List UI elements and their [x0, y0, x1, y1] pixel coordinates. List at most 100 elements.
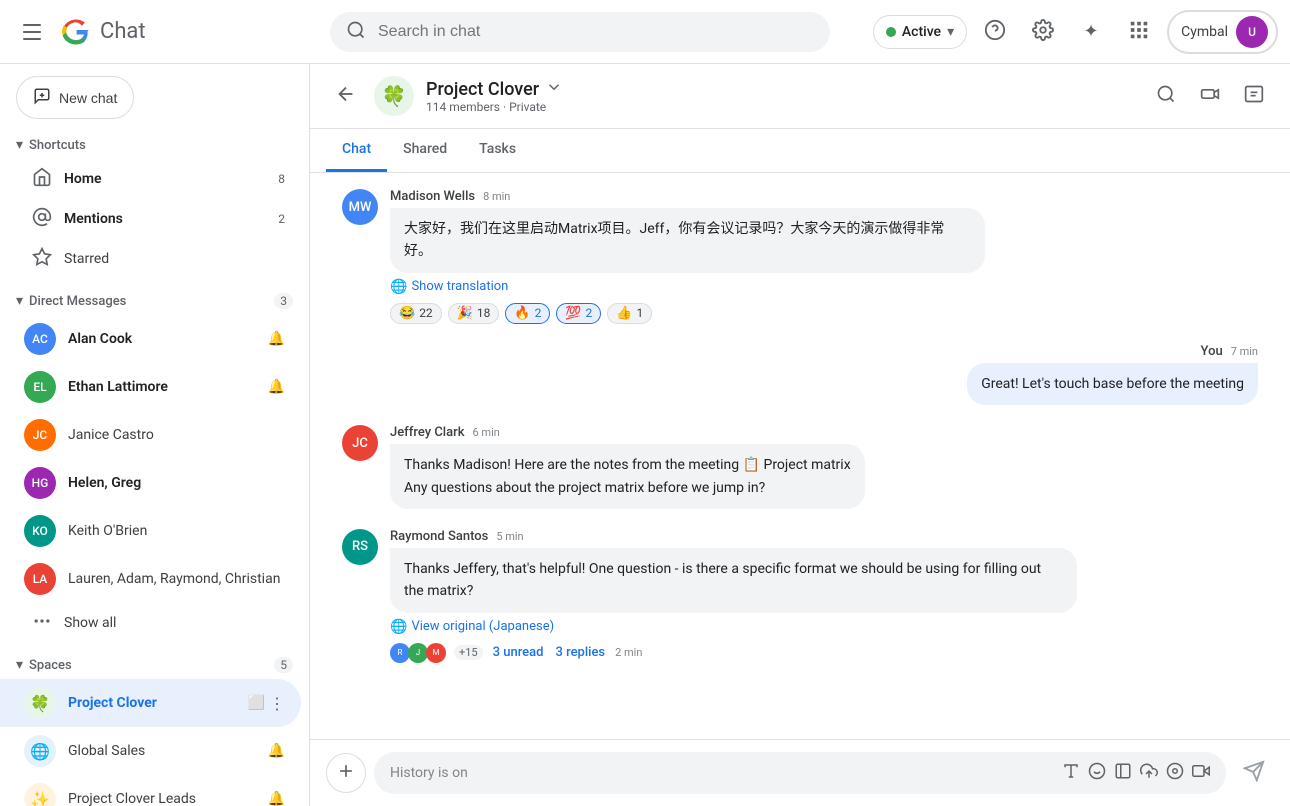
show-all-dm[interactable]: Show all [0, 603, 309, 643]
msg4-translate[interactable]: 🌐 View original (Japanese) [390, 619, 1077, 635]
message-row-1: MW Madison Wells 8 min 大家好，我们在这里启动Matrix… [342, 189, 1258, 324]
text-format-icon[interactable] [1062, 762, 1080, 784]
sidebar-item-mentions[interactable]: Mentions 2 [0, 199, 301, 239]
chat-header: 🍀 Project Clover 114 members · Private [310, 64, 1290, 129]
reaction-laugh[interactable]: 😂 22 [390, 303, 442, 324]
reaction-party[interactable]: 🎉 18 [448, 303, 500, 324]
mentions-label: Mentions [64, 211, 278, 227]
back-button[interactable] [326, 76, 366, 116]
project-clover-leads-badge: 🔔 [268, 791, 285, 806]
msg1-bubble: 大家好，我们在这里启动Matrix项目。Jeff，你有会议记录吗？大家今天的演示… [390, 208, 985, 273]
sidebar-item-keith-obrien[interactable]: KO Keith O'Brien [0, 507, 301, 555]
msg2-sender: You [1201, 344, 1223, 359]
shortcuts-header[interactable]: ▾ Shortcuts [0, 131, 309, 159]
home-label: Home [64, 171, 278, 187]
reaction-100[interactable]: 💯 2 [556, 303, 601, 324]
upload-icon[interactable] [1140, 762, 1158, 784]
new-chat-button[interactable]: New chat [16, 76, 134, 119]
global-sales-icon: 🌐 [24, 735, 56, 767]
sidebar-item-alan-cook[interactable]: AC Alan Cook 🔔 [0, 315, 301, 363]
google-logo [60, 16, 92, 48]
gemini-button[interactable]: ✦ [1071, 12, 1111, 52]
tabs: Chat Shared Tasks [310, 129, 1290, 173]
app-title: Chat [100, 19, 146, 44]
project-clover-leads-label: Project Clover Leads [68, 791, 268, 806]
home-icon [32, 167, 52, 191]
msg4-sender: Raymond Santos [390, 529, 488, 544]
send-button[interactable] [1234, 753, 1274, 793]
reply-plus: +15 [454, 645, 483, 660]
video-icon [1200, 84, 1220, 108]
msg1-reactions: 😂 22 🎉 18 🔥 2 💯 2 [390, 303, 985, 324]
gemini-icon: ✦ [1084, 21, 1099, 42]
apps-grid-icon [1128, 19, 1150, 45]
sidebar-item-home[interactable]: Home 8 [0, 159, 301, 199]
hamburger-menu[interactable] [12, 12, 52, 52]
video-call-icon[interactable] [1192, 762, 1210, 784]
global-sales-label: Global Sales [68, 743, 268, 759]
tasks-button[interactable] [1234, 76, 1274, 116]
video-button[interactable] [1190, 76, 1230, 116]
message-row-4: RS Raymond Santos 5 min Thanks Jeffery, … [342, 529, 1258, 663]
msg1-translate[interactable]: 🌐 Show translation [390, 279, 985, 295]
helen-greg-label: Helen, Greg [68, 475, 285, 491]
message-input-box[interactable]: History is on [374, 752, 1226, 794]
record-video-icon[interactable] [1166, 762, 1184, 784]
ethan-lattimore-badge: 🔔 [268, 379, 285, 395]
alan-cook-avatar: AC [24, 323, 56, 355]
apps-button[interactable] [1119, 12, 1159, 52]
reply-avatar-1: R [390, 643, 410, 663]
tab-tasks[interactable]: Tasks [463, 129, 532, 172]
msg3-sender: Jeffrey Clark [390, 425, 465, 440]
tab-chat[interactable]: Chat [326, 129, 387, 172]
sidebar-item-helen-greg[interactable]: HG Helen, Greg [0, 459, 301, 507]
project-clover-leads-icon: ✨ [24, 783, 56, 806]
search-icon [346, 20, 366, 44]
tab-shared[interactable]: Shared [387, 129, 463, 172]
spaces-header[interactable]: ▾ Spaces 5 [0, 651, 309, 679]
sidebar-item-project-clover[interactable]: 🍀 Project Clover ⬜ ⋮ [0, 679, 301, 727]
project-clover-more-icon[interactable]: ⋮ [269, 694, 285, 713]
message-row-2: You 7 min Great! Let's touch base before… [342, 344, 1258, 405]
chat-title-chevron-icon[interactable] [545, 78, 563, 100]
sidebar-item-ethan-lattimore[interactable]: EL Ethan Lattimore 🔔 [0, 363, 301, 411]
msg2-time: 7 min [1231, 345, 1258, 358]
status-button[interactable]: Active ▾ [873, 15, 967, 49]
company-name: Cymbal [1181, 24, 1228, 40]
replies-count[interactable]: 3 replies [555, 645, 605, 660]
show-all-dm-label: Show all [64, 615, 116, 631]
dm-badge: 3 [274, 293, 293, 309]
dm-collapse-icon: ▾ [16, 293, 23, 309]
spaces-label: Spaces [29, 658, 72, 673]
sidebar-item-janice-castro[interactable]: JC Janice Castro [0, 411, 301, 459]
reaction-thumbsup[interactable]: 👍 1 [607, 303, 652, 324]
reaction-fire[interactable]: 🔥 2 [505, 303, 550, 324]
direct-messages-header[interactable]: ▾ Direct Messages 3 [0, 287, 309, 315]
spaces-section: ▾ Spaces 5 🍀 Project Clover ⬜ ⋮ 🌐 Global… [0, 651, 309, 806]
msg4-time: 5 min [496, 530, 523, 543]
search-bar[interactable] [330, 12, 830, 52]
search-input[interactable] [378, 23, 814, 41]
sidebar-item-lauren-group[interactable]: LA Lauren, Adam, Raymond, Christian [0, 555, 301, 603]
global-sales-badge: 🔔 [268, 743, 285, 759]
avatar: U [1236, 16, 1268, 48]
help-button[interactable] [975, 12, 1015, 52]
add-attachment-button[interactable] [326, 753, 366, 793]
reply-avatar-2: J [408, 643, 428, 663]
user-profile[interactable]: Cymbal U [1167, 10, 1278, 54]
emoji-icon[interactable] [1088, 762, 1106, 784]
dm-label: Direct Messages [29, 294, 126, 309]
janice-castro-avatar: JC [24, 419, 56, 451]
alan-cook-badge: 🔔 [268, 331, 285, 347]
drive-attach-icon[interactable] [1114, 762, 1132, 784]
settings-button[interactable] [1023, 12, 1063, 52]
help-icon [984, 19, 1006, 45]
reply-count[interactable]: 3 unread [493, 645, 544, 660]
sidebar-item-global-sales[interactable]: 🌐 Global Sales 🔔 [0, 727, 301, 775]
message-content-2: You 7 min Great! Let's touch base before… [967, 344, 1258, 405]
project-clover-video-icon[interactable]: ⬜ [248, 695, 265, 711]
search-chat-button[interactable] [1146, 76, 1186, 116]
spaces-badge: 5 [274, 657, 293, 673]
sidebar-item-project-clover-leads[interactable]: ✨ Project Clover Leads 🔔 [0, 775, 301, 806]
sidebar-item-starred[interactable]: Starred [0, 239, 301, 279]
